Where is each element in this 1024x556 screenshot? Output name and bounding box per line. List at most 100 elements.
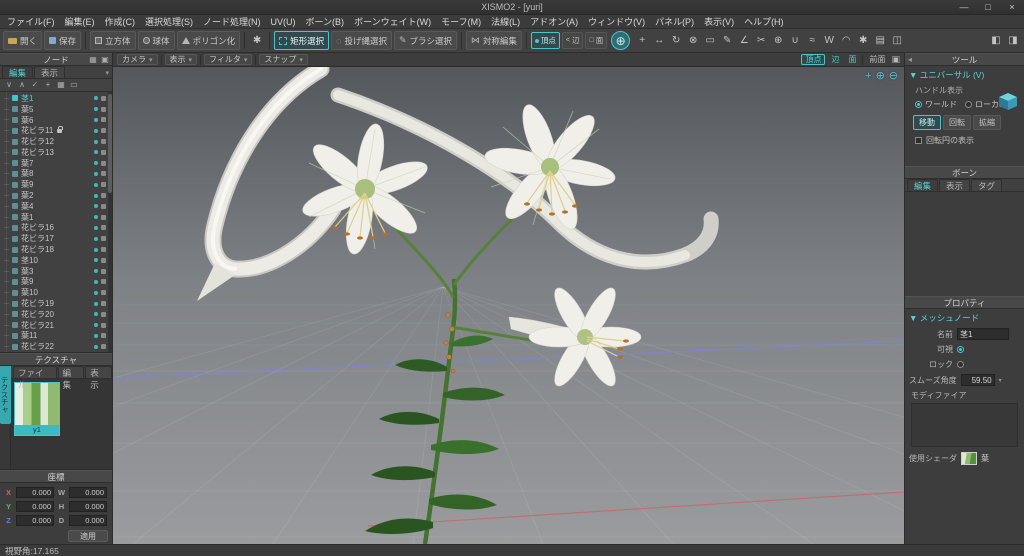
- menu-item[interactable]: ノード処理(N): [198, 15, 266, 28]
- front-face-toggle[interactable]: 前面: [866, 54, 888, 65]
- node-color-swatch[interactable]: [12, 106, 18, 113]
- visibility-toggle-icon[interactable]: [94, 204, 98, 209]
- node-color-swatch[interactable]: [12, 149, 18, 156]
- visibility-toggle-icon[interactable]: [94, 193, 98, 198]
- zoom-out-icon[interactable]: ⊖: [889, 70, 898, 82]
- node-color-swatch[interactable]: [12, 181, 18, 188]
- material-icon[interactable]: [101, 290, 106, 296]
- rotation-circle-checkbox[interactable]: [915, 137, 922, 144]
- maximize-button[interactable]: □: [976, 0, 1000, 14]
- node-list-item[interactable]: 花ビラ16: [0, 223, 112, 234]
- tab-texture-edit[interactable]: 編集: [57, 366, 85, 390]
- node-color-swatch[interactable]: [12, 170, 18, 177]
- visibility-toggle-icon[interactable]: [94, 258, 98, 263]
- panel-header-icon[interactable]: ▣: [100, 54, 110, 66]
- visibility-toggle-icon[interactable]: [94, 301, 98, 306]
- node-tool-icon[interactable]: ∧: [17, 79, 27, 91]
- tab-bone-edit[interactable]: 編集: [907, 179, 939, 191]
- lock-toggle[interactable]: [957, 361, 964, 368]
- visibility-toggle-icon[interactable]: [94, 247, 98, 252]
- sphere-button[interactable]: 球体: [137, 31, 175, 50]
- node-color-swatch[interactable]: [12, 300, 18, 307]
- node-list-item[interactable]: 葉9: [0, 179, 112, 190]
- node-tool-icon[interactable]: ▦: [56, 79, 66, 91]
- material-icon[interactable]: [101, 193, 106, 199]
- menu-item[interactable]: モーフ(M): [436, 15, 486, 28]
- material-icon[interactable]: [101, 182, 106, 188]
- vertex-display-toggle[interactable]: 頂点: [801, 54, 826, 65]
- minimize-button[interactable]: —: [952, 0, 976, 14]
- edge-mode-button[interactable]: < 辺: [561, 32, 584, 49]
- node-list-item[interactable]: 花ビラ18: [0, 244, 112, 255]
- node-list-item[interactable]: 葉5: [0, 104, 112, 115]
- close-button[interactable]: ×: [1000, 0, 1024, 14]
- material-icon[interactable]: [101, 236, 106, 242]
- material-icon[interactable]: [101, 257, 106, 263]
- node-color-swatch[interactable]: [12, 138, 18, 145]
- node-tool-icon[interactable]: ∨: [4, 79, 14, 91]
- camera-dropdown[interactable]: カメラ ▾: [117, 54, 158, 65]
- menu-item[interactable]: ヘルプ(H): [739, 15, 789, 28]
- menu-item[interactable]: ファイル(F): [2, 15, 60, 28]
- visibility-toggle-icon[interactable]: [94, 344, 98, 349]
- universal-section-title[interactable]: ▼ ユニバーサル (V): [909, 69, 1020, 81]
- tab-texture-display[interactable]: 表示: [85, 366, 112, 390]
- vertex-mode-button[interactable]: 頂点: [530, 32, 560, 49]
- menu-item[interactable]: 表示(V): [699, 15, 739, 28]
- visibility-toggle-icon[interactable]: [94, 269, 98, 274]
- material-icon[interactable]: [101, 225, 106, 231]
- visibility-toggle-icon[interactable]: [94, 333, 98, 338]
- filter-dropdown[interactable]: フィルタ ▾: [204, 54, 253, 65]
- shader-thumbnail[interactable]: [961, 452, 977, 465]
- spinner-icon[interactable]: ▾: [999, 377, 1002, 384]
- node-name[interactable]: 花ビラ17: [21, 233, 54, 244]
- visibility-toggle-icon[interactable]: [94, 312, 98, 317]
- node-list-item[interactable]: 葉7: [0, 158, 112, 169]
- node-color-swatch[interactable]: [12, 214, 18, 221]
- name-input[interactable]: [957, 328, 1009, 340]
- visible-toggle[interactable]: [957, 346, 964, 353]
- tool-icon[interactable]: ∠: [736, 31, 752, 50]
- panel-toggle-icon[interactable]: ◨: [1005, 31, 1021, 50]
- node-tool-icon[interactable]: +: [43, 79, 53, 91]
- node-list-item[interactable]: 花ビラ13: [0, 147, 112, 158]
- node-color-swatch[interactable]: [12, 203, 18, 210]
- node-color-swatch[interactable]: [12, 257, 18, 264]
- menu-item[interactable]: ボーン(B): [301, 15, 350, 28]
- tool-icon[interactable]: ≈: [804, 31, 820, 50]
- node-color-swatch[interactable]: [12, 268, 18, 275]
- zoom-in-icon[interactable]: ⊕: [876, 70, 885, 82]
- tool-icon[interactable]: ↔: [651, 31, 667, 50]
- node-list-item[interactable]: 葉10: [0, 287, 112, 298]
- node-name[interactable]: 花ビラ16: [21, 222, 54, 233]
- edge-display-toggle[interactable]: 辺: [828, 54, 842, 65]
- menu-item[interactable]: 選択処理(S): [140, 15, 198, 28]
- y-coordinate-input[interactable]: [16, 501, 54, 512]
- node-name[interactable]: 葉9: [21, 179, 33, 190]
- collapse-icon[interactable]: ◂: [908, 55, 912, 64]
- node-color-swatch[interactable]: [12, 246, 18, 253]
- axis-cube-icon[interactable]: [996, 90, 1020, 114]
- node-color-swatch[interactable]: [12, 332, 18, 339]
- node-name[interactable]: 葉5: [21, 104, 33, 115]
- visibility-toggle-icon[interactable]: [94, 225, 98, 230]
- node-list-item[interactable]: 茎10: [0, 255, 112, 266]
- node-color-swatch[interactable]: [12, 278, 18, 285]
- tab-bone-tag[interactable]: タグ: [971, 179, 1003, 191]
- pan-icon[interactable]: +: [865, 70, 871, 82]
- save-button[interactable]: 保存: [44, 31, 82, 50]
- cube-button[interactable]: 立方体: [90, 31, 136, 50]
- material-icon[interactable]: [101, 301, 106, 307]
- menu-item[interactable]: ボーンウェイト(W): [349, 15, 436, 28]
- node-color-swatch[interactable]: [12, 224, 18, 231]
- local-radio[interactable]: [965, 101, 972, 108]
- tool-icon[interactable]: ✱: [855, 31, 871, 50]
- node-tool-icon[interactable]: ▭: [69, 79, 79, 91]
- node-list-scrollbar[interactable]: [108, 92, 112, 352]
- tab-node-edit[interactable]: 編集: [2, 66, 34, 78]
- tool-icon[interactable]: ↻: [668, 31, 684, 50]
- node-name[interactable]: 葉4: [21, 201, 33, 212]
- smooth-angle-input[interactable]: [960, 374, 995, 386]
- node-list-item[interactable]: 葉4: [0, 201, 112, 212]
- material-icon[interactable]: [101, 95, 106, 101]
